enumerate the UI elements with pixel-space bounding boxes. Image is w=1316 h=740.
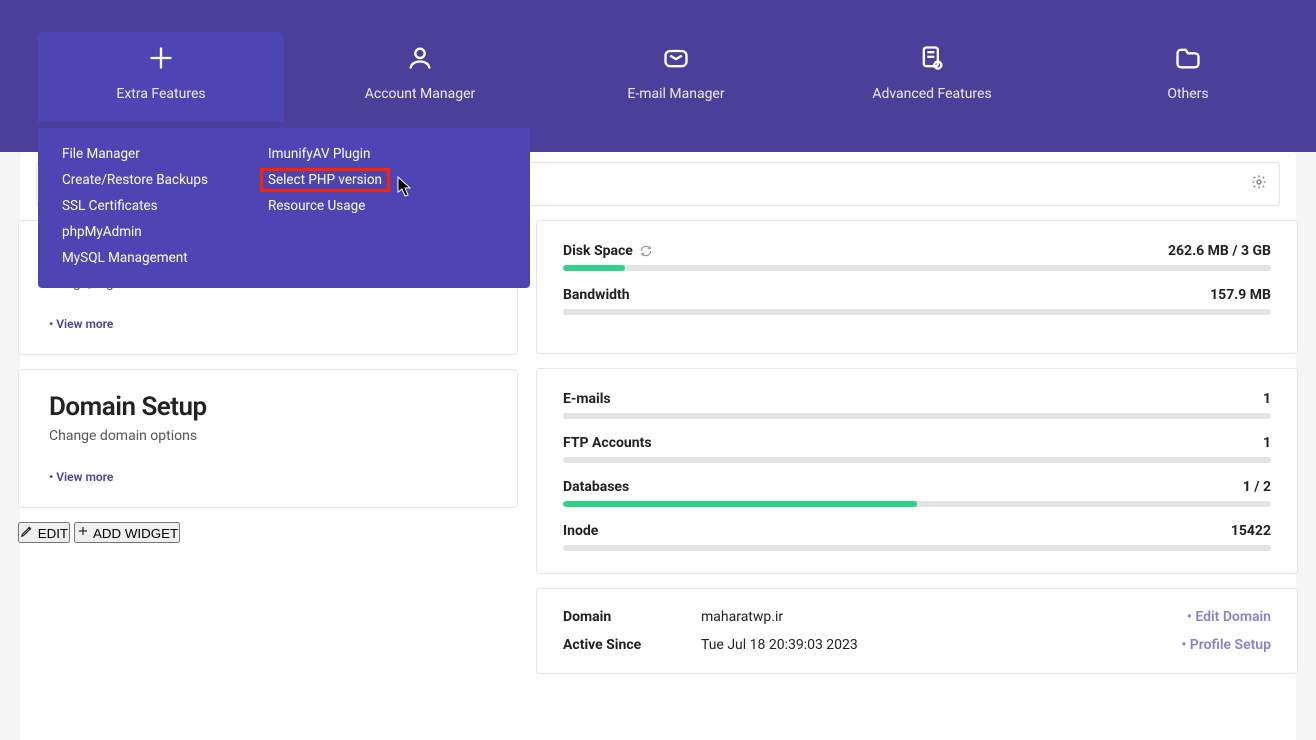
view-more-link[interactable]: • View more (49, 470, 113, 484)
add-widget-button[interactable]: ADD WIDGET (74, 522, 180, 543)
edit-button[interactable]: EDIT (18, 522, 70, 543)
card-subtitle: Change domain options (49, 428, 487, 444)
nav-advanced-features[interactable]: Advanced Features (804, 32, 1060, 122)
view-more-link[interactable]: • View more (49, 317, 113, 331)
edit-domain-link[interactable]: • Edit Domain (1187, 609, 1271, 625)
domain-value: maharatwp.ir (701, 609, 783, 625)
nav-email-manager[interactable]: E-mail Manager (548, 32, 804, 122)
nav-extra-features[interactable]: Extra Features (38, 32, 284, 122)
stat-inode: Inode 15422 (563, 523, 1271, 551)
dropdown-item-mysql[interactable]: MySQL Management (62, 248, 208, 268)
nav-account-manager[interactable]: Account Manager (292, 32, 548, 122)
document-gear-icon (918, 44, 946, 72)
dropdown-item-php-version[interactable]: Select PHP version (262, 170, 388, 190)
extra-features-dropdown: File Manager Create/Restore Backups SSL … (38, 128, 530, 288)
dropdown-item-resource-usage[interactable]: Resource Usage (268, 196, 388, 216)
dropdown-item-ssl[interactable]: SSL Certificates (62, 196, 208, 216)
progress-bar (563, 309, 1271, 315)
domain-info-card: Domain maharatwp.ir • Edit Domain Active… (536, 588, 1298, 674)
progress-bar (563, 413, 1271, 419)
stat-bandwidth: Bandwidth 157.9 MB (563, 287, 1271, 315)
dropdown-col-2: ImunifyAV Plugin Select PHP version Reso… (268, 144, 388, 268)
dropdown-col-1: File Manager Create/Restore Backups SSL … (62, 144, 208, 268)
resource-counts-card: E-mails 1 FTP Accounts 1 Databases 1 / (536, 368, 1298, 574)
stat-ftp: FTP Accounts 1 (563, 435, 1271, 463)
pencil-icon (20, 524, 34, 538)
domain-setup-card: Domain Setup Change domain options • Vie… (18, 369, 518, 508)
card-title: Domain Setup (49, 392, 487, 422)
nav-label: Account Manager (365, 86, 476, 102)
dropdown-item-phpmyadmin[interactable]: phpMyAdmin (62, 222, 208, 242)
dropdown-item-file-manager[interactable]: File Manager (62, 144, 208, 164)
dropdown-item-backups[interactable]: Create/Restore Backups (62, 170, 208, 190)
nav-label: Others (1167, 86, 1208, 102)
refresh-icon[interactable] (639, 244, 653, 258)
cursor-pointer-icon (397, 176, 413, 198)
progress-bar (563, 501, 1271, 507)
plus-icon (147, 44, 175, 72)
nav-label: E-mail Manager (627, 86, 724, 102)
stat-emails: E-mails 1 (563, 391, 1271, 419)
mail-icon (662, 44, 690, 72)
plus-icon (76, 524, 90, 538)
usage-stats-card: Disk Space 262.6 MB / 3 GB Bandwidth 157… (536, 220, 1298, 354)
stat-databases: Databases 1 / 2 (563, 479, 1271, 507)
progress-bar (563, 545, 1271, 551)
stat-disk-space: Disk Space 262.6 MB / 3 GB (563, 243, 1271, 271)
nav-others[interactable]: Others (1060, 32, 1316, 122)
progress-bar (563, 457, 1271, 463)
gear-icon[interactable] (1251, 174, 1267, 194)
nav-label: Advanced Features (872, 86, 991, 102)
person-icon (406, 44, 434, 72)
nav-label: Extra Features (116, 86, 205, 102)
progress-bar (563, 265, 1271, 271)
active-since-value: Tue Jul 18 20:39:03 2023 (701, 637, 858, 653)
profile-setup-link[interactable]: • Profile Setup (1181, 637, 1271, 653)
dropdown-item-imunify[interactable]: ImunifyAV Plugin (268, 144, 388, 164)
folder-icon (1174, 44, 1202, 72)
